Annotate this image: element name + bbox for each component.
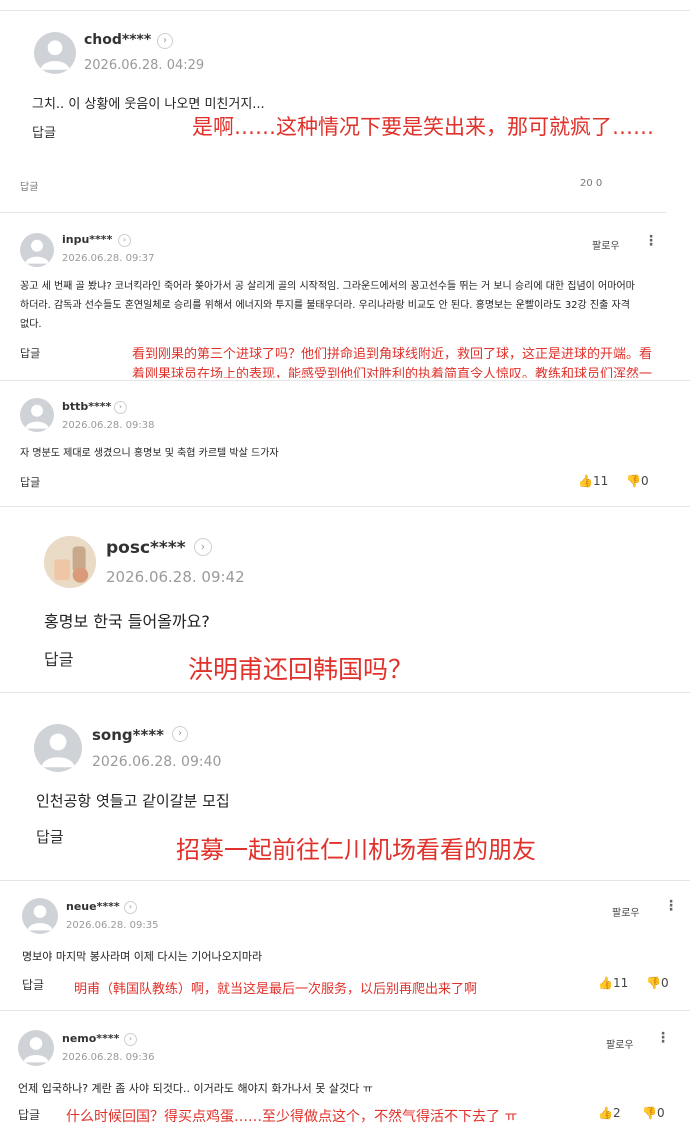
divider — [0, 692, 690, 693]
user-avatar-icon[interactable] — [20, 398, 54, 432]
comment-text: 그치.. 이 상황에 웃음이 나오면 미친거지... — [32, 97, 265, 112]
username[interactable]: nemo**** — [62, 1032, 119, 1045]
more-vertical-icon[interactable]: ⋮ — [656, 1030, 670, 1046]
translation-overlay: 什么时候回国？得买点鸡蛋……至少得做点这个，不然气得活不下去了 ㅠ — [66, 1109, 518, 1125]
user-avatar-icon[interactable] — [18, 1030, 54, 1066]
reply-button[interactable]: 답글 — [32, 122, 56, 141]
comment-card: nemo**** › 2026.06.28. 09:36 팔로우 ⋮ 언제 입국… — [0, 1014, 690, 1140]
thumbs-down-icon: 👎 — [646, 976, 661, 990]
translation-overlay: 明甫（韩国队教练）啊，就当这是最后一次服务，以后别再爬出来了啊 — [74, 982, 478, 997]
reply-button[interactable]: 답글 — [22, 976, 44, 993]
divider — [0, 880, 690, 881]
thumbs-up-icon: 👍 — [598, 1106, 613, 1120]
username[interactable]: chod**** — [84, 32, 151, 48]
user-avatar[interactable] — [44, 536, 96, 588]
thumbs-down-icon: 👎 — [642, 1106, 657, 1120]
divider — [0, 1010, 690, 1011]
dislike-button[interactable]: 👎0 — [646, 976, 669, 990]
username[interactable]: posc**** — [106, 538, 186, 558]
chevron-right-icon[interactable]: › — [157, 33, 173, 49]
comment-date: 2026.06.28. 09:38 — [62, 420, 155, 431]
like-button[interactable]: 👍11 — [578, 474, 608, 488]
dislike-count: 0 — [660, 976, 669, 990]
comment-text: 인천공항 엿들고 같이갈분 모집 — [36, 792, 230, 810]
peek-reply: 답글 — [20, 182, 39, 193]
username[interactable]: neue**** — [66, 900, 120, 913]
chevron-right-icon[interactable]: › — [194, 538, 212, 556]
dislike-button[interactable]: 👎0 — [626, 474, 649, 488]
like-button[interactable]: 👍11 — [598, 976, 628, 990]
like-count: 11 — [612, 976, 629, 990]
comment-card: song**** › 2026.06.28. 09:40 인천공항 엿들고 같이… — [16, 698, 688, 876]
dislike-count: 0 — [640, 474, 649, 488]
username[interactable]: inpu**** — [62, 233, 112, 246]
reply-button[interactable]: 답글 — [20, 474, 40, 490]
user-avatar-icon[interactable] — [22, 898, 58, 934]
comment-card: chod**** › 2026.06.28. 04:29 그치.. 이 상황에 … — [18, 16, 688, 178]
thumbs-down-icon: 👎 — [626, 474, 641, 488]
peek-votes: 20 0 — [580, 178, 603, 189]
reply-button[interactable]: 답글 — [18, 1106, 40, 1123]
follow-button[interactable]: 팔로우 — [606, 1036, 634, 1051]
translation-overlay: 看到刚果的第三个进球了吗？他们拼命追到角球线附近，救回了球，这正是进球的开端。看… — [132, 345, 662, 378]
thumbs-up-icon: 👍 — [578, 474, 593, 488]
follow-button[interactable]: 팔로우 — [612, 904, 640, 919]
dislike-count: 0 — [656, 1106, 665, 1120]
comment-card: bttb**** › 2026.06.28. 09:38 자 명분도 제대로 생… — [0, 384, 666, 502]
user-avatar-icon[interactable] — [34, 32, 76, 74]
comment-date: 2026.06.28. 09:40 — [92, 754, 222, 770]
chevron-right-icon[interactable]: › — [172, 726, 188, 742]
like-count: 11 — [592, 474, 609, 488]
comment-text: 명보야 마지막 봉사라며 이제 다시는 기어나오지마라 — [22, 950, 263, 963]
more-vertical-icon[interactable]: ⋮ — [644, 233, 658, 249]
translation-overlay: 是啊……这种情况下要是笑出来，那可就疯了…… — [192, 115, 654, 139]
user-avatar-icon[interactable] — [20, 233, 54, 267]
comment-date: 2026.06.28. 04:29 — [84, 58, 205, 73]
username[interactable]: song**** — [92, 726, 164, 744]
divider — [0, 10, 690, 11]
comment-card: inpu**** › 2026.06.28. 09:37 팔로우 ⋮ 꽁고 세 … — [0, 215, 666, 378]
reply-button[interactable]: 답글 — [36, 826, 64, 847]
dislike-button[interactable]: 👎0 — [642, 1106, 665, 1120]
username[interactable]: bttb**** — [62, 400, 111, 413]
chevron-right-icon[interactable]: › — [118, 234, 131, 247]
thumbs-up-icon: 👍 — [598, 976, 613, 990]
divider — [0, 212, 666, 213]
divider — [0, 380, 690, 381]
reply-button[interactable]: 답글 — [44, 646, 73, 670]
comment-date: 2026.06.28. 09:35 — [66, 920, 159, 931]
comment-text: 언제 입국하나? 계란 좀 사야 되것다.. 이거라도 해야지 화가나서 못 살… — [18, 1082, 373, 1095]
comment-date: 2026.06.28. 09:36 — [62, 1052, 155, 1063]
chevron-right-icon[interactable]: › — [114, 401, 127, 414]
reply-button[interactable]: 답글 — [20, 345, 40, 361]
more-vertical-icon[interactable]: ⋮ — [664, 898, 678, 914]
user-avatar-icon[interactable] — [34, 724, 82, 772]
comment-card: neue**** › 2026.06.28. 09:35 팔로우 ⋮ 명보야 마… — [0, 884, 690, 1006]
chevron-right-icon[interactable]: › — [124, 1033, 137, 1046]
comment-text: 홍명보 한국 들어올까요? — [44, 612, 210, 631]
divider — [0, 506, 690, 507]
comment-text: 자 명분도 제대로 생겼으니 홍명보 및 축협 카르텔 박살 드가자 — [20, 448, 279, 459]
comment-text: 꽁고 세 번째 골 봤냐? 코너킥라인 죽어라 쫒아가서 공 살리게 골의 시작… — [20, 281, 635, 330]
chevron-right-icon[interactable]: › — [124, 901, 137, 914]
like-button[interactable]: 👍2 — [598, 1106, 621, 1120]
follow-button[interactable]: 팔로우 — [592, 237, 620, 252]
comment-card: posc**** › 2026.06.28. 09:42 홍명보 한국 들어올까… — [22, 512, 688, 688]
comment-date: 2026.06.28. 09:42 — [106, 568, 245, 586]
like-count: 2 — [612, 1106, 621, 1120]
comment-date: 2026.06.28. 09:37 — [62, 253, 155, 264]
translation-overlay: 洪明甫还回韩国吗？ — [188, 655, 414, 684]
translation-overlay: 招募一起前往仁川机场看看的朋友 — [176, 836, 536, 864]
